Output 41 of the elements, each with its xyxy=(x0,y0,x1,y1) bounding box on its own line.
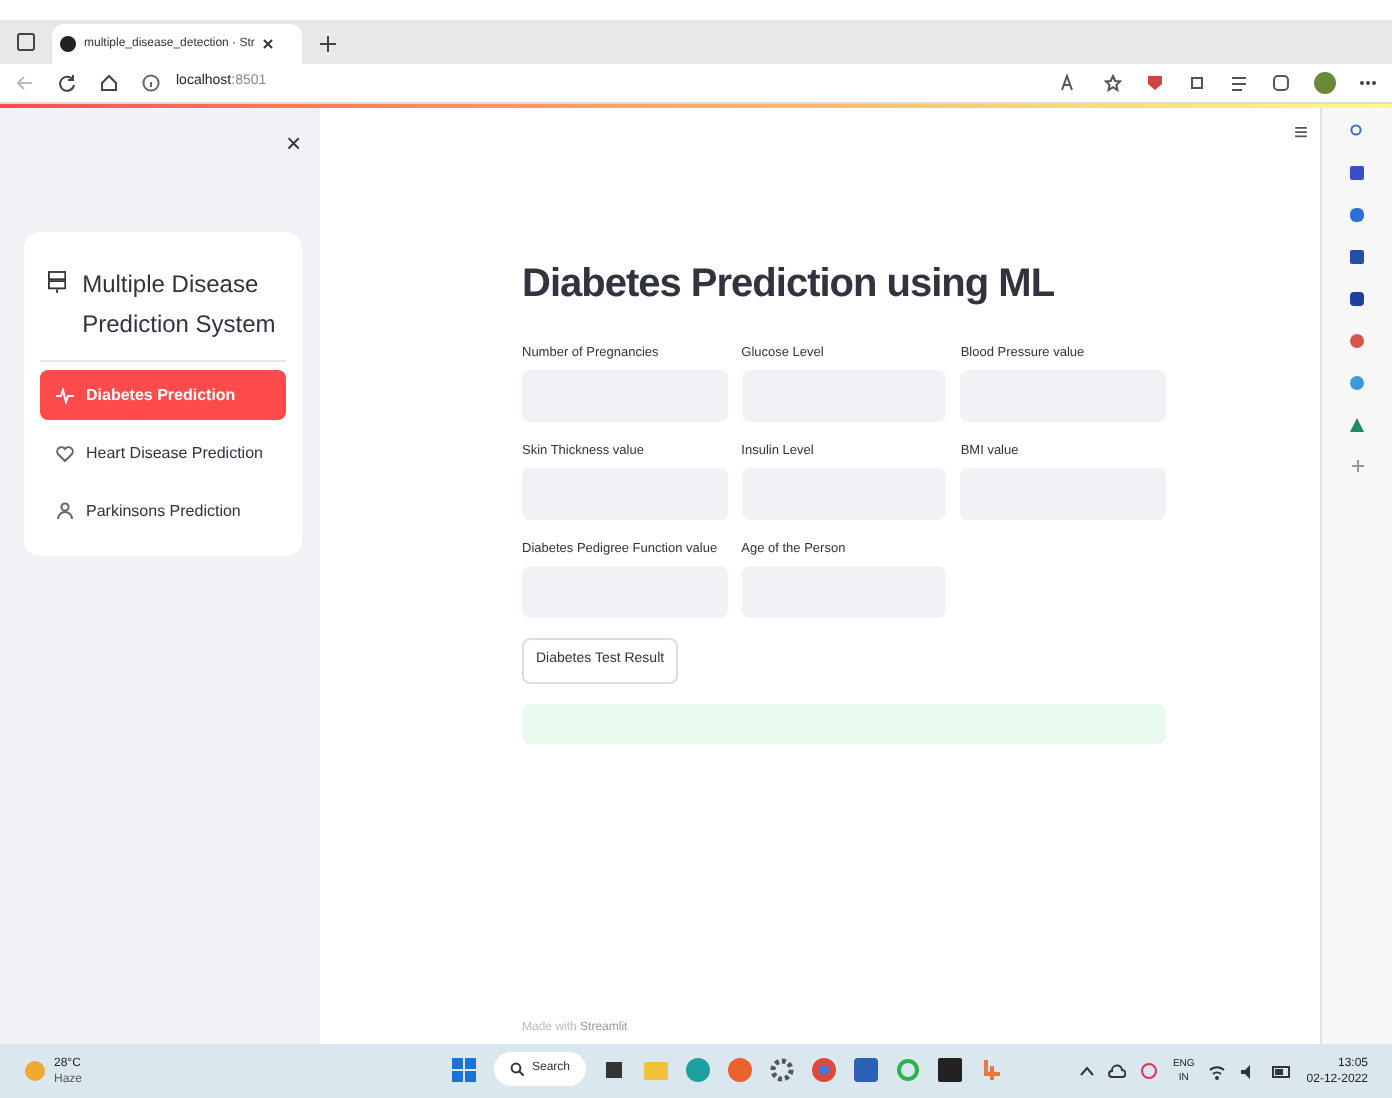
weather-icon xyxy=(24,1060,46,1082)
app-icon[interactable] xyxy=(1350,208,1364,222)
chevron-up-icon[interactable] xyxy=(1080,1066,1095,1076)
refresh-icon[interactable] xyxy=(58,74,76,92)
new-tab-icon[interactable] xyxy=(318,34,338,54)
info-icon xyxy=(142,74,160,92)
close-button[interactable]: × xyxy=(286,124,302,163)
app-logo-icon xyxy=(60,36,76,52)
cloud-icon[interactable] xyxy=(1108,1064,1127,1078)
page-title: Diabetes Prediction using ML xyxy=(522,260,1055,310)
star-icon[interactable] xyxy=(1104,74,1122,92)
gear-icon[interactable] xyxy=(770,1057,795,1081)
terminal-icon[interactable] xyxy=(938,1057,963,1081)
app-icon[interactable] xyxy=(1350,334,1364,348)
app-icon[interactable] xyxy=(1350,418,1364,432)
add-icon[interactable] xyxy=(1351,460,1363,472)
person-icon xyxy=(56,502,74,520)
more-icon[interactable] xyxy=(1360,80,1376,86)
battery-icon[interactable] xyxy=(1272,1065,1293,1077)
shield-icon[interactable] xyxy=(1146,74,1164,92)
pulse-icon xyxy=(56,387,74,403)
task-view-icon[interactable] xyxy=(604,1058,627,1080)
home-icon[interactable] xyxy=(100,74,118,92)
sidebar-title: Multiple Disease Prediction System xyxy=(82,268,278,342)
collections-icon[interactable] xyxy=(1272,74,1290,92)
search-icon[interactable] xyxy=(1350,124,1364,138)
tab-actions-icon[interactable] xyxy=(16,32,36,52)
menu-item[interactable]: Heart Disease Prediction xyxy=(40,428,286,478)
close-icon[interactable] xyxy=(262,38,275,50)
app-icon[interactable] xyxy=(1350,292,1364,306)
server-icon xyxy=(48,270,67,294)
heart-icon xyxy=(56,445,74,461)
menu-item[interactable]: Parkinsons Prediction xyxy=(40,486,286,536)
avatar-icon[interactable] xyxy=(1314,72,1336,94)
search-icon xyxy=(510,1062,524,1076)
start-icon[interactable] xyxy=(452,1057,476,1081)
menu-button[interactable]: ≡ xyxy=(1293,120,1308,144)
wifi-icon[interactable] xyxy=(1208,1063,1227,1079)
favorites-icon[interactable] xyxy=(1230,74,1248,92)
snipping-icon[interactable] xyxy=(980,1057,1005,1081)
app-icon[interactable] xyxy=(1350,376,1364,390)
